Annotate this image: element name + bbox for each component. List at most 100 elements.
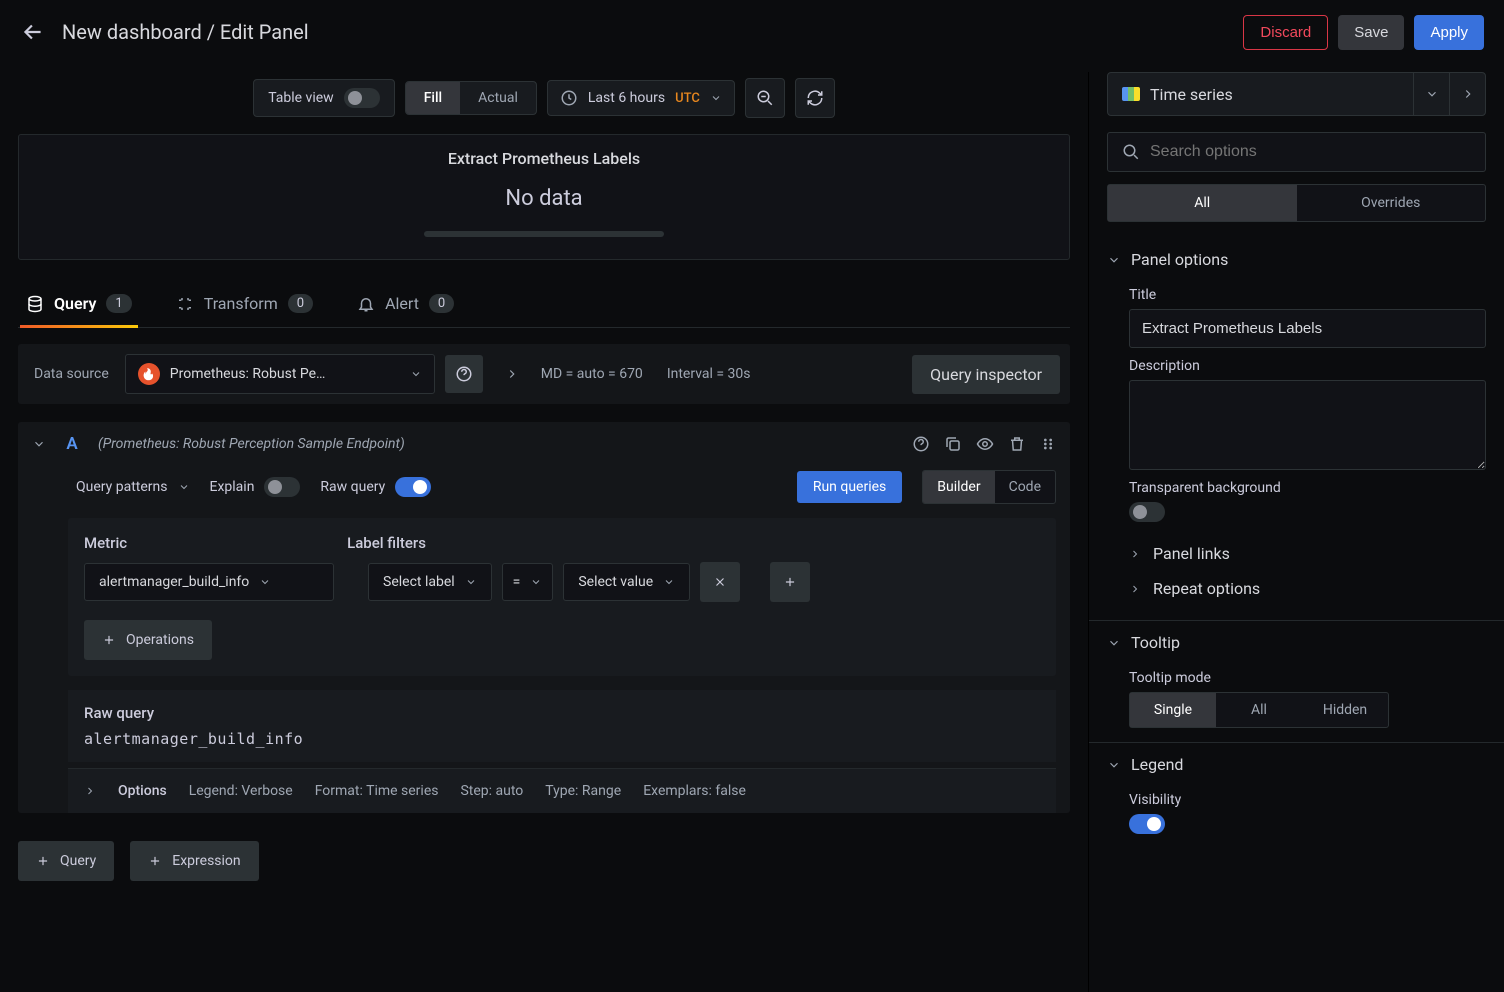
options-search[interactable] bbox=[1107, 132, 1486, 172]
back-button[interactable] bbox=[20, 19, 46, 45]
bell-icon bbox=[357, 295, 375, 313]
remove-filter-button[interactable] bbox=[700, 562, 740, 602]
actual-option[interactable]: Actual bbox=[460, 82, 536, 114]
plus-icon bbox=[102, 633, 116, 647]
query-editor: A (Prometheus: Robust Perception Sample … bbox=[18, 422, 1070, 813]
repeat-options-item[interactable]: Repeat options bbox=[1107, 571, 1486, 606]
table-view-toggle[interactable] bbox=[344, 88, 380, 108]
label-select[interactable]: Select label bbox=[368, 563, 492, 601]
table-view-toggle-group: Table view bbox=[253, 79, 395, 117]
visualization-picker[interactable]: Time series bbox=[1108, 85, 1413, 104]
search-input[interactable] bbox=[1150, 143, 1471, 161]
transparent-label: Transparent background bbox=[1129, 480, 1486, 496]
value-select[interactable]: Select value bbox=[563, 563, 690, 601]
visibility-label: Visibility bbox=[1129, 792, 1486, 808]
tab-all[interactable]: All bbox=[1108, 185, 1297, 221]
title-input[interactable] bbox=[1129, 309, 1486, 348]
chevron-right-icon bbox=[1129, 548, 1141, 560]
interval-info: Interval = 30s bbox=[667, 366, 751, 382]
refresh-button[interactable] bbox=[795, 78, 835, 118]
transform-icon bbox=[176, 295, 194, 313]
chevron-right-icon bbox=[84, 785, 96, 797]
datasource-label: Data source bbox=[28, 366, 115, 382]
description-label: Description bbox=[1129, 358, 1486, 374]
apply-button[interactable]: Apply bbox=[1414, 15, 1484, 50]
datasource-select[interactable]: Prometheus: Robust Pe… bbox=[125, 354, 435, 394]
panel-title: Extract Prometheus Labels bbox=[19, 149, 1069, 168]
time-range-label: Last 6 hours bbox=[588, 90, 665, 106]
code-mode[interactable]: Code bbox=[995, 471, 1055, 503]
tab-overrides[interactable]: Overrides bbox=[1297, 185, 1486, 221]
raw-query-toggle[interactable] bbox=[395, 477, 431, 497]
chevron-down-icon[interactable] bbox=[32, 437, 46, 451]
zoom-out-button[interactable] bbox=[745, 78, 785, 118]
tooltip-all[interactable]: All bbox=[1216, 693, 1302, 727]
query-ref-id[interactable]: A bbox=[62, 434, 82, 454]
tab-query[interactable]: Query 1 bbox=[22, 282, 136, 327]
run-queries-button[interactable]: Run queries bbox=[797, 471, 902, 503]
page-header: New dashboard / Edit Panel Discard Save … bbox=[0, 0, 1504, 72]
tooltip-single[interactable]: Single bbox=[1130, 693, 1216, 727]
fit-segment: Fill Actual bbox=[405, 81, 537, 115]
chevron-down-icon bbox=[530, 576, 542, 588]
builder-mode[interactable]: Builder bbox=[923, 471, 994, 503]
operations-button[interactable]: Operations bbox=[84, 620, 212, 660]
chevron-down-icon bbox=[1425, 87, 1439, 101]
legend-section: Legend Visibility bbox=[1089, 743, 1504, 848]
query-help-button[interactable] bbox=[912, 435, 930, 453]
tab-alert[interactable]: Alert 0 bbox=[353, 282, 458, 327]
save-button[interactable]: Save bbox=[1338, 15, 1404, 50]
tooltip-section: Tooltip Tooltip mode Single All Hidden bbox=[1089, 621, 1504, 743]
query-inspector-button[interactable]: Query inspector bbox=[912, 355, 1060, 394]
legend-header[interactable]: Legend bbox=[1107, 747, 1486, 782]
prometheus-icon bbox=[138, 363, 160, 385]
delete-query-button[interactable] bbox=[1008, 435, 1026, 453]
transparent-toggle[interactable] bbox=[1129, 502, 1165, 522]
options-label: Options bbox=[118, 783, 167, 799]
tab-transform[interactable]: Transform 0 bbox=[172, 282, 317, 327]
refresh-icon bbox=[806, 89, 824, 107]
tooltip-header[interactable]: Tooltip bbox=[1107, 625, 1486, 660]
close-icon bbox=[713, 575, 727, 589]
alert-count-badge: 0 bbox=[429, 294, 454, 313]
time-range-picker[interactable]: Last 6 hours UTC bbox=[547, 80, 735, 116]
chevron-down-icon bbox=[410, 368, 422, 380]
datasource-name: Prometheus: Robust Pe… bbox=[170, 366, 400, 382]
duplicate-query-button[interactable] bbox=[944, 435, 962, 453]
panel-options-section: Panel options Title Description Transpar… bbox=[1089, 238, 1504, 621]
breadcrumb: New dashboard / Edit Panel bbox=[62, 20, 309, 44]
description-input[interactable] bbox=[1129, 380, 1486, 470]
chevron-down-icon bbox=[663, 576, 675, 588]
grip-icon bbox=[1040, 435, 1056, 453]
trash-icon bbox=[1008, 435, 1026, 453]
explain-toggle[interactable] bbox=[264, 477, 300, 497]
query-options-row[interactable]: Options Legend: Verbose Format: Time ser… bbox=[68, 768, 1056, 813]
drag-handle[interactable] bbox=[1040, 435, 1056, 453]
chevron-right-icon bbox=[1461, 87, 1475, 101]
title-label: Title bbox=[1129, 287, 1486, 303]
chevron-down-icon bbox=[178, 481, 190, 493]
viz-expand-button[interactable] bbox=[1449, 73, 1485, 115]
add-query-button[interactable]: Query bbox=[18, 841, 114, 881]
tab-alert-label: Alert bbox=[385, 294, 419, 313]
add-expression-button[interactable]: Expression bbox=[130, 841, 258, 881]
operator-select[interactable]: = bbox=[502, 563, 554, 601]
expand-right-button[interactable] bbox=[493, 355, 531, 393]
panel-links-item[interactable]: Panel links bbox=[1107, 536, 1486, 571]
discard-button[interactable]: Discard bbox=[1243, 15, 1328, 50]
preview-scrollbar[interactable] bbox=[424, 231, 664, 237]
query-patterns-button[interactable]: Query patterns bbox=[76, 479, 190, 495]
datasource-help-button[interactable] bbox=[445, 355, 483, 393]
panel-options-header[interactable]: Panel options bbox=[1107, 242, 1486, 277]
viz-dropdown-button[interactable] bbox=[1413, 73, 1449, 115]
fill-option[interactable]: Fill bbox=[406, 82, 460, 114]
query-count-badge: 1 bbox=[106, 294, 131, 313]
tooltip-hidden[interactable]: Hidden bbox=[1302, 693, 1388, 727]
chevron-right-icon bbox=[1129, 583, 1141, 595]
chevron-down-icon bbox=[1107, 253, 1121, 267]
toggle-visibility-button[interactable] bbox=[976, 435, 994, 453]
legend-visibility-toggle[interactable] bbox=[1129, 814, 1165, 834]
metric-select[interactable]: alertmanager_build_info bbox=[84, 563, 334, 601]
builder-code-segment: Builder Code bbox=[922, 470, 1056, 504]
add-filter-button[interactable] bbox=[770, 562, 810, 602]
